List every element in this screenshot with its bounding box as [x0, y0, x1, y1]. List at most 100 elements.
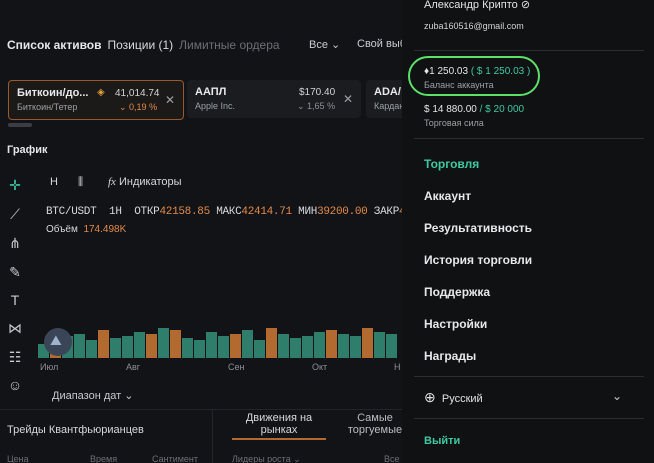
- date-range-label: Диапазон дат: [52, 390, 122, 402]
- tab-market-movers[interactable]: Движения на рынках: [232, 412, 326, 440]
- asset-name: ADA/: [374, 86, 401, 98]
- tab-limit-orders[interactable]: Лимитные ордера: [179, 38, 279, 52]
- trading-panel: Список активов Позиции (1) Лимитные орде…: [0, 0, 402, 463]
- volume-bar: [302, 336, 313, 358]
- balance-highlight-ring: [408, 56, 540, 96]
- volume-bar: [266, 328, 277, 358]
- trading-power-value: $ 14 880.00: [424, 104, 477, 115]
- leaders-dropdown[interactable]: Лидеры роста ⌄: [232, 454, 301, 463]
- emoji-icon[interactable]: ☺: [6, 376, 24, 394]
- all-filter[interactable]: Все: [384, 454, 400, 463]
- x-tick: Н: [394, 362, 401, 372]
- menu-item-account[interactable]: Аккаунт: [424, 189, 471, 203]
- volume-value: 174.498K: [83, 224, 127, 235]
- low-label: МИН: [298, 206, 318, 218]
- asset-change-value: 1,65 %: [307, 101, 336, 111]
- asset-card-aapl[interactable]: ААПЛ Apple Inc. $170.40 ⌄ 1,65 % ✕: [187, 80, 361, 118]
- tab-positions[interactable]: Позиции (1): [108, 38, 174, 52]
- menu-item-rewards[interactable]: Награды: [424, 349, 476, 363]
- close-icon[interactable]: ✕: [343, 92, 353, 106]
- menu-item-settings[interactable]: Настройки: [424, 317, 487, 331]
- asset-subtitle: Apple Inc.: [195, 101, 236, 111]
- active-tab-indicator: [232, 438, 326, 440]
- volume-bar: [206, 332, 217, 358]
- function-icon: fx: [108, 176, 116, 188]
- date-range-button[interactable]: Диапазон дат ⌄: [52, 389, 133, 402]
- chevron-down-icon[interactable]: ⌄: [612, 389, 622, 403]
- verified-icon: ⊘: [520, 0, 531, 11]
- volume-chart: [38, 328, 397, 358]
- menu-item-trade-history[interactable]: История торговли: [424, 253, 532, 267]
- brush-icon[interactable]: ✎: [6, 263, 24, 281]
- low-value: 39200.00: [317, 206, 368, 218]
- close-icon[interactable]: ✕: [165, 93, 175, 107]
- crosshair-icon[interactable]: ✛: [6, 176, 24, 194]
- user-email: zuba160516@gmail.com: [424, 21, 524, 31]
- volume-bar: [74, 334, 85, 358]
- volume-bar: [254, 340, 265, 358]
- filter-dropdown[interactable]: Все ⌄: [309, 38, 340, 51]
- volume-legend: Объём 174.498K: [46, 224, 126, 235]
- asset-change: ⌄ 0,19 %: [119, 102, 158, 112]
- tab-most-traded[interactable]: Самые торгуемые: [340, 412, 402, 436]
- divider: [414, 50, 644, 51]
- volume-bar: [134, 332, 145, 358]
- binance-icon: ◈: [97, 87, 105, 98]
- x-tick: Окт: [312, 362, 328, 372]
- asset-name: ААПЛ: [195, 86, 227, 98]
- custom-filter[interactable]: Свой выбо: [357, 38, 402, 50]
- chevron-down-icon: ⌄: [124, 390, 134, 402]
- measure-icon[interactable]: ☷: [6, 348, 24, 366]
- menu-item-performance[interactable]: Результативность: [424, 221, 532, 235]
- asset-subtitle: Биткоин/Тетер: [17, 102, 78, 112]
- volume-bar: [278, 334, 289, 358]
- filter-label: Все: [309, 39, 328, 51]
- asset-price: $170.40: [299, 87, 336, 98]
- volume-bar: [182, 338, 193, 358]
- interval-button[interactable]: H: [50, 176, 58, 188]
- text-tool-icon[interactable]: T: [6, 291, 24, 309]
- col-price[interactable]: Цена: [7, 454, 29, 463]
- trendline-icon[interactable]: ⟋: [6, 205, 24, 223]
- language-label: Русский: [441, 393, 483, 405]
- menu-item-support[interactable]: Поддержка: [424, 285, 490, 299]
- asset-card-btc[interactable]: Биткоин/до... ◈ Биткоин/Тетер 41,014.74 …: [8, 80, 184, 120]
- volume-bar: [386, 334, 397, 358]
- volume-bar: [374, 332, 385, 358]
- asset-name: Биткоин/до...: [17, 87, 89, 99]
- trading-power-label: Торговая сила: [424, 118, 484, 128]
- pattern-icon[interactable]: ⋈: [6, 319, 24, 337]
- asset-card-ada[interactable]: ADA/ Кардан: [366, 80, 402, 118]
- volume-bar: [98, 330, 109, 358]
- most-traded-line1: Самые: [357, 412, 393, 424]
- divider: [414, 138, 644, 139]
- volume-bar: [314, 332, 325, 358]
- col-time[interactable]: Время: [90, 454, 117, 463]
- volume-bar: [290, 338, 301, 358]
- tab-asset-list[interactable]: Список активов: [7, 38, 102, 52]
- divider: [212, 410, 213, 463]
- menu-item-trading[interactable]: Торговля: [424, 157, 479, 171]
- volume-bar: [242, 330, 253, 358]
- candle-type-icon[interactable]: ⫼: [78, 176, 83, 189]
- col-sentiment[interactable]: Сантимент: [152, 454, 198, 463]
- divider: [414, 376, 644, 377]
- timeframe: 1H: [109, 206, 122, 218]
- indicators-button[interactable]: fx Индикаторы: [108, 176, 182, 188]
- ohlc-legend: BTC/USDT 1H ОТКР42158.85 МАКС42414.71 МИ…: [46, 206, 402, 218]
- volume-bar: [350, 336, 361, 358]
- indicators-label: Индикаторы: [119, 176, 182, 188]
- volume-bar: [218, 336, 229, 358]
- x-tick: Июл: [40, 362, 59, 372]
- pitchfork-icon[interactable]: ⋔: [6, 234, 24, 252]
- logout-button[interactable]: Выйти: [424, 435, 460, 447]
- volume-bar: [194, 340, 205, 358]
- volume-bar: [110, 338, 121, 358]
- volume-label: Объём: [46, 224, 78, 235]
- leaders-label: Лидеры роста: [232, 454, 291, 463]
- volume-bar: [170, 330, 181, 358]
- user-name: Александр Крипто ⊘: [424, 0, 530, 11]
- language-selector[interactable]: ⊕ Русский: [424, 389, 483, 406]
- symbol: BTC/USDT: [46, 206, 97, 218]
- cards-scrollbar[interactable]: [8, 123, 32, 127]
